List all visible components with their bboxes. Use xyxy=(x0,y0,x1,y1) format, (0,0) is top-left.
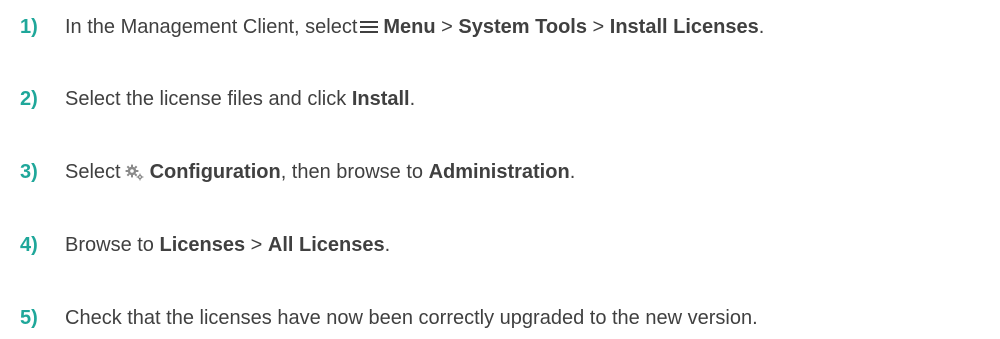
step-1: 1) In the Management Client, select Menu… xyxy=(0,12,1000,42)
administration-term: Administration xyxy=(428,161,570,183)
step-4: 4) Browse to Licenses > All Licenses . xyxy=(0,230,1000,260)
step-text: Select Configuration , then browse to Ad… xyxy=(65,157,575,187)
step-text-segment: Check that the licenses have now been co… xyxy=(65,307,758,329)
step-number: 2) xyxy=(20,88,38,110)
step-text: Check that the licenses have now been co… xyxy=(65,303,758,333)
period: . xyxy=(569,161,576,183)
licenses-term: Licenses xyxy=(159,234,246,256)
install-term: Install xyxy=(351,88,410,110)
step-text-segment: Select the license files and click xyxy=(65,88,352,110)
step-text: Select the license files and click Insta… xyxy=(65,84,415,114)
step-number: 5) xyxy=(20,307,38,329)
instruction-steps: 1) In the Management Client, select Menu… xyxy=(0,0,1000,339)
step-text-segment: , then browse to xyxy=(280,161,429,183)
period: . xyxy=(409,88,416,110)
period: . xyxy=(758,16,765,38)
step-number: 3) xyxy=(20,161,38,183)
step-text: Browse to Licenses > All Licenses . xyxy=(65,230,390,260)
menu-icon xyxy=(360,20,379,34)
install-licenses-term: Install Licenses xyxy=(609,16,759,38)
menu-term: Menu xyxy=(383,16,436,38)
system-tools-term: System Tools xyxy=(458,16,587,38)
all-licenses-term: All Licenses xyxy=(267,234,385,256)
separator: > xyxy=(586,16,610,38)
step-3: 3) Select Configuration , then browse to… xyxy=(0,157,1000,187)
step-number: 1) xyxy=(20,16,38,38)
step-text-segment: Browse to xyxy=(65,234,160,256)
step-number: 4) xyxy=(20,234,38,256)
step-text: In the Management Client, select Menu > … xyxy=(65,12,764,42)
step-text-segment: Select xyxy=(65,161,121,183)
step-2: 2) Select the license files and click In… xyxy=(0,84,1000,114)
step-5: 5) Check that the licenses have now been… xyxy=(0,303,1000,333)
period: . xyxy=(384,234,391,256)
separator: > xyxy=(435,16,459,38)
step-text-segment: In the Management Client, select xyxy=(65,16,358,38)
configuration-term: Configuration xyxy=(149,161,281,183)
separator: > xyxy=(245,234,268,256)
gear-icon xyxy=(124,163,144,181)
